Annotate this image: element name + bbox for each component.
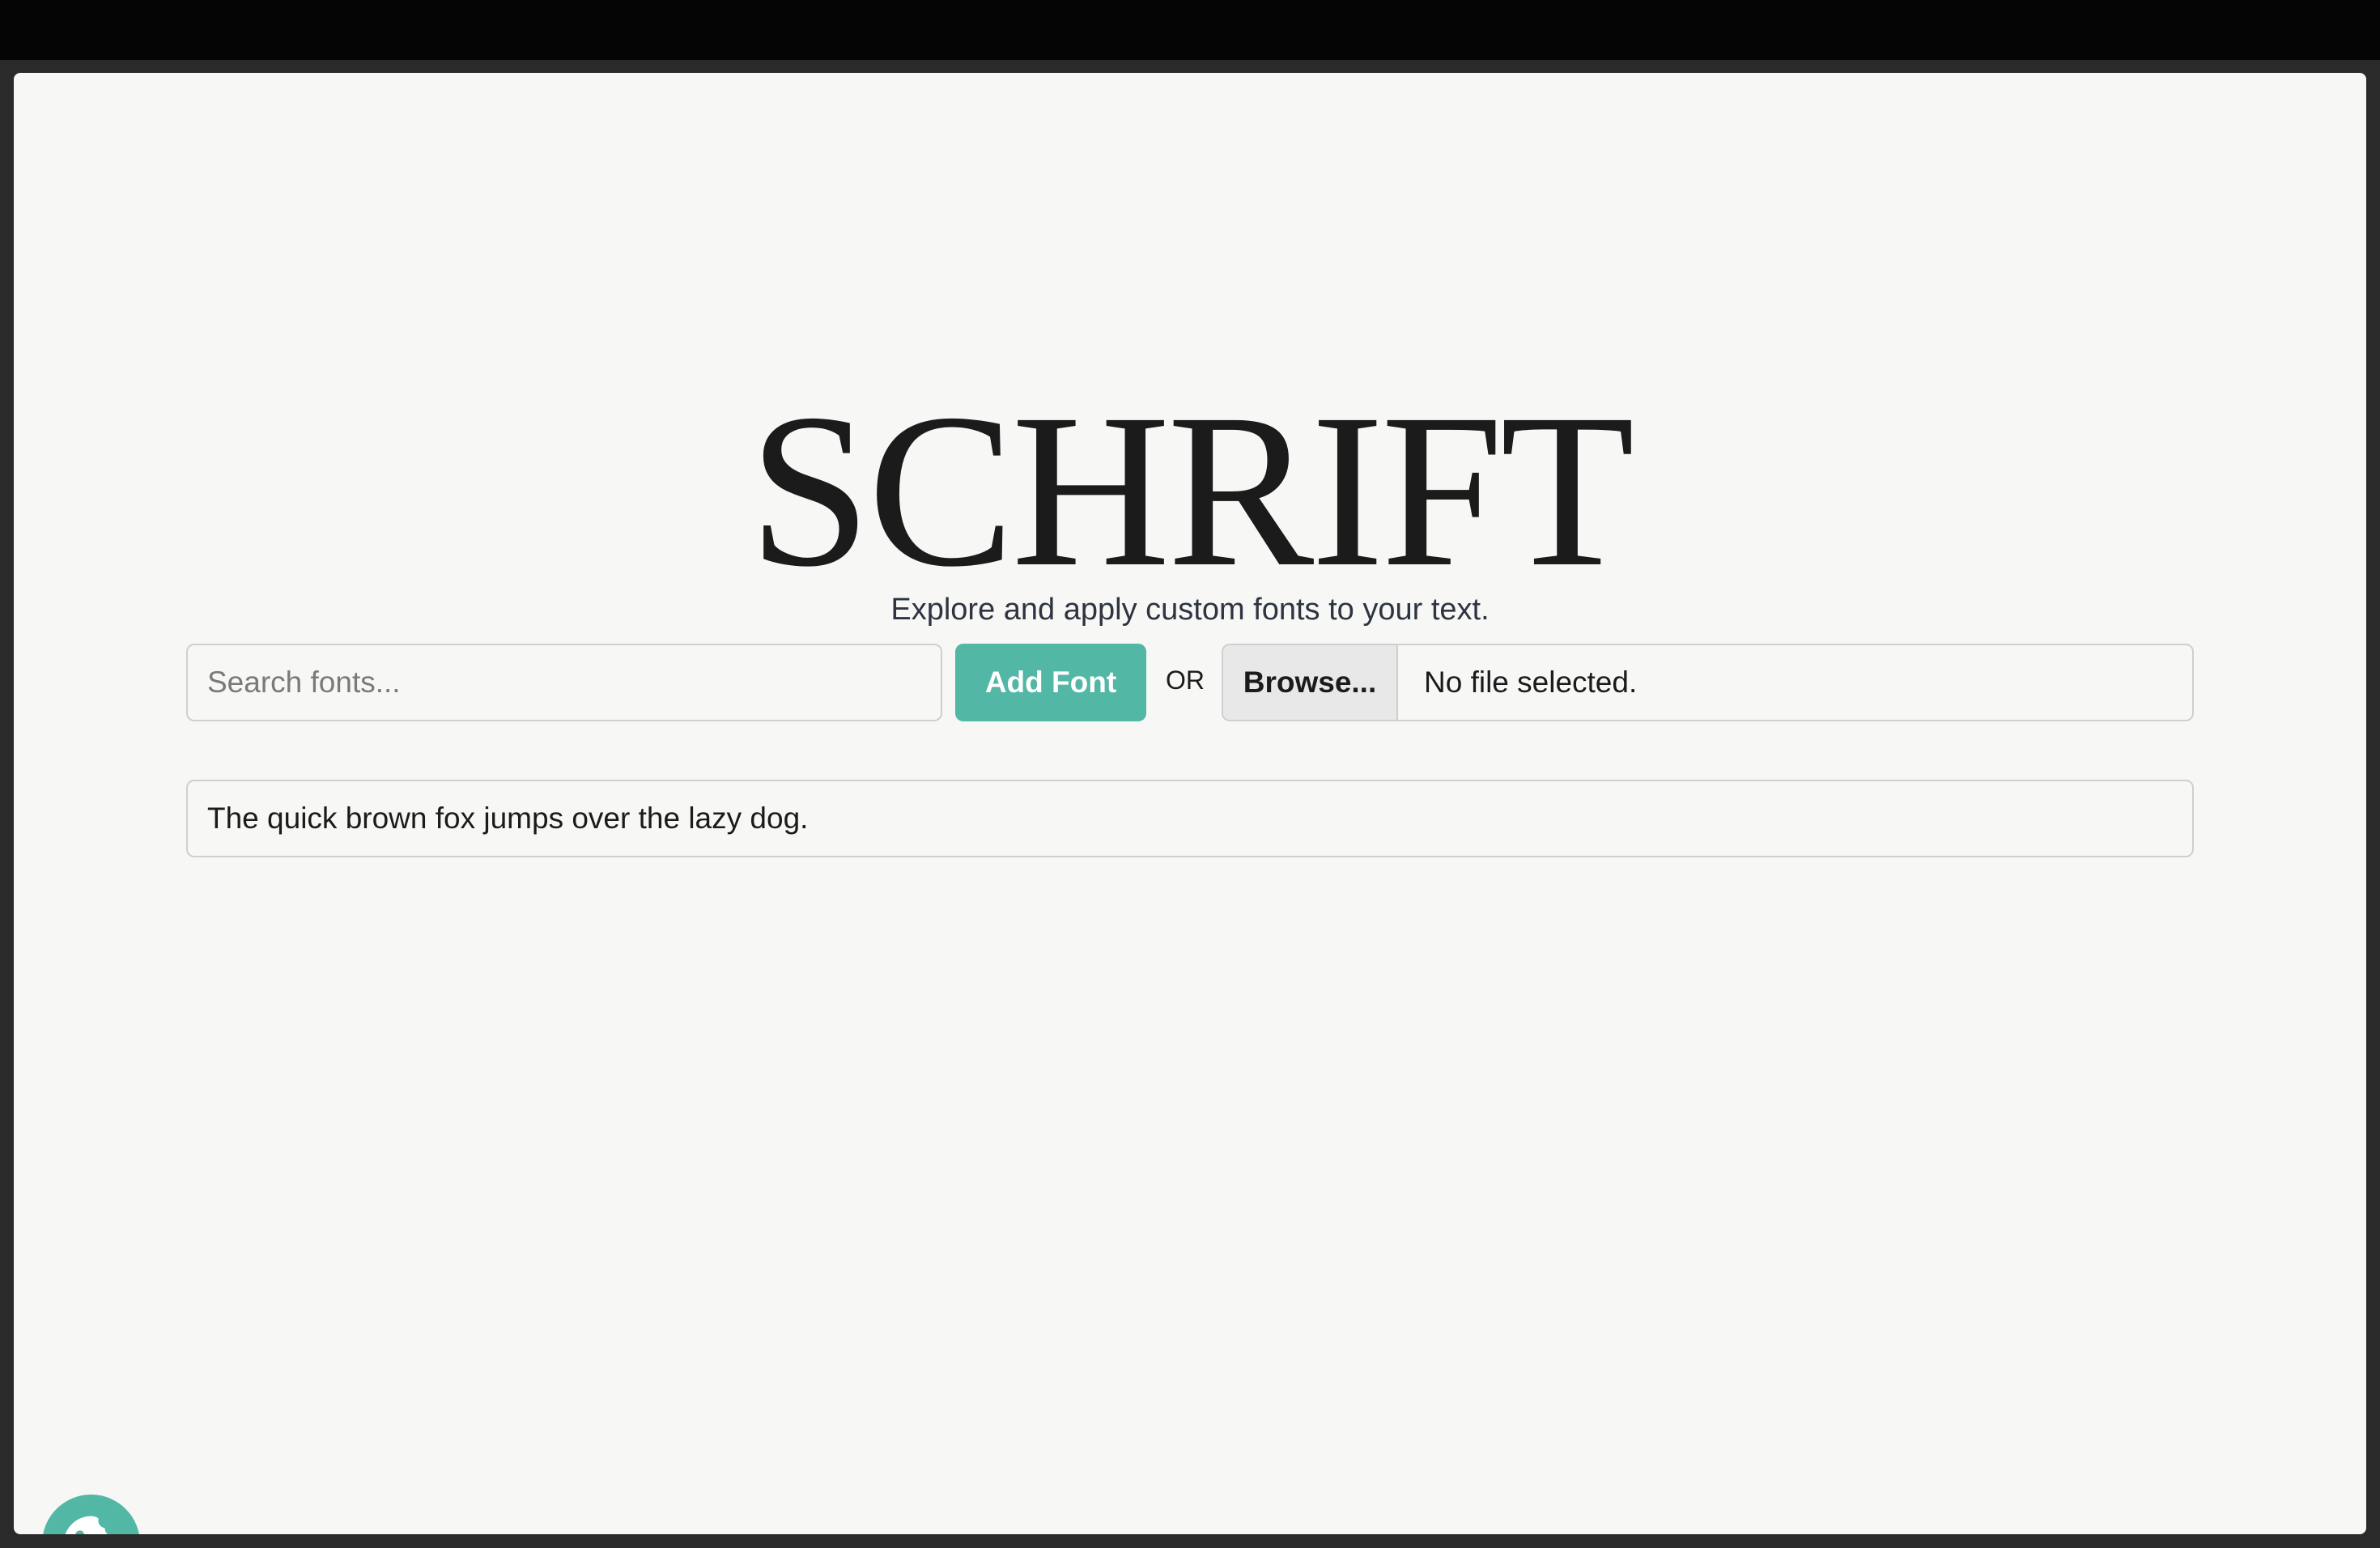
or-label: OR xyxy=(1166,666,1205,695)
font-controls: Add Font OR Browse... No file selected. xyxy=(186,644,2194,721)
page-title: SCHRIFT xyxy=(748,368,1635,612)
app-window: SCHRIFT Explore and apply custom fonts t… xyxy=(14,73,2366,1534)
preview-text-input[interactable] xyxy=(186,780,2194,857)
page-subtitle: Explore and apply custom fonts to your t… xyxy=(890,593,1490,627)
search-fonts-input[interactable] xyxy=(186,644,942,721)
browse-button[interactable]: Browse... xyxy=(1223,645,1398,720)
add-font-button[interactable]: Add Font xyxy=(955,644,1146,721)
cookie-icon xyxy=(65,1516,108,1534)
browser-top-bar xyxy=(0,0,2380,60)
file-status-text: No file selected. xyxy=(1424,666,1638,699)
font-file-picker[interactable]: Browse... No file selected. xyxy=(1222,644,2194,721)
cookie-settings-button[interactable] xyxy=(42,1495,140,1534)
